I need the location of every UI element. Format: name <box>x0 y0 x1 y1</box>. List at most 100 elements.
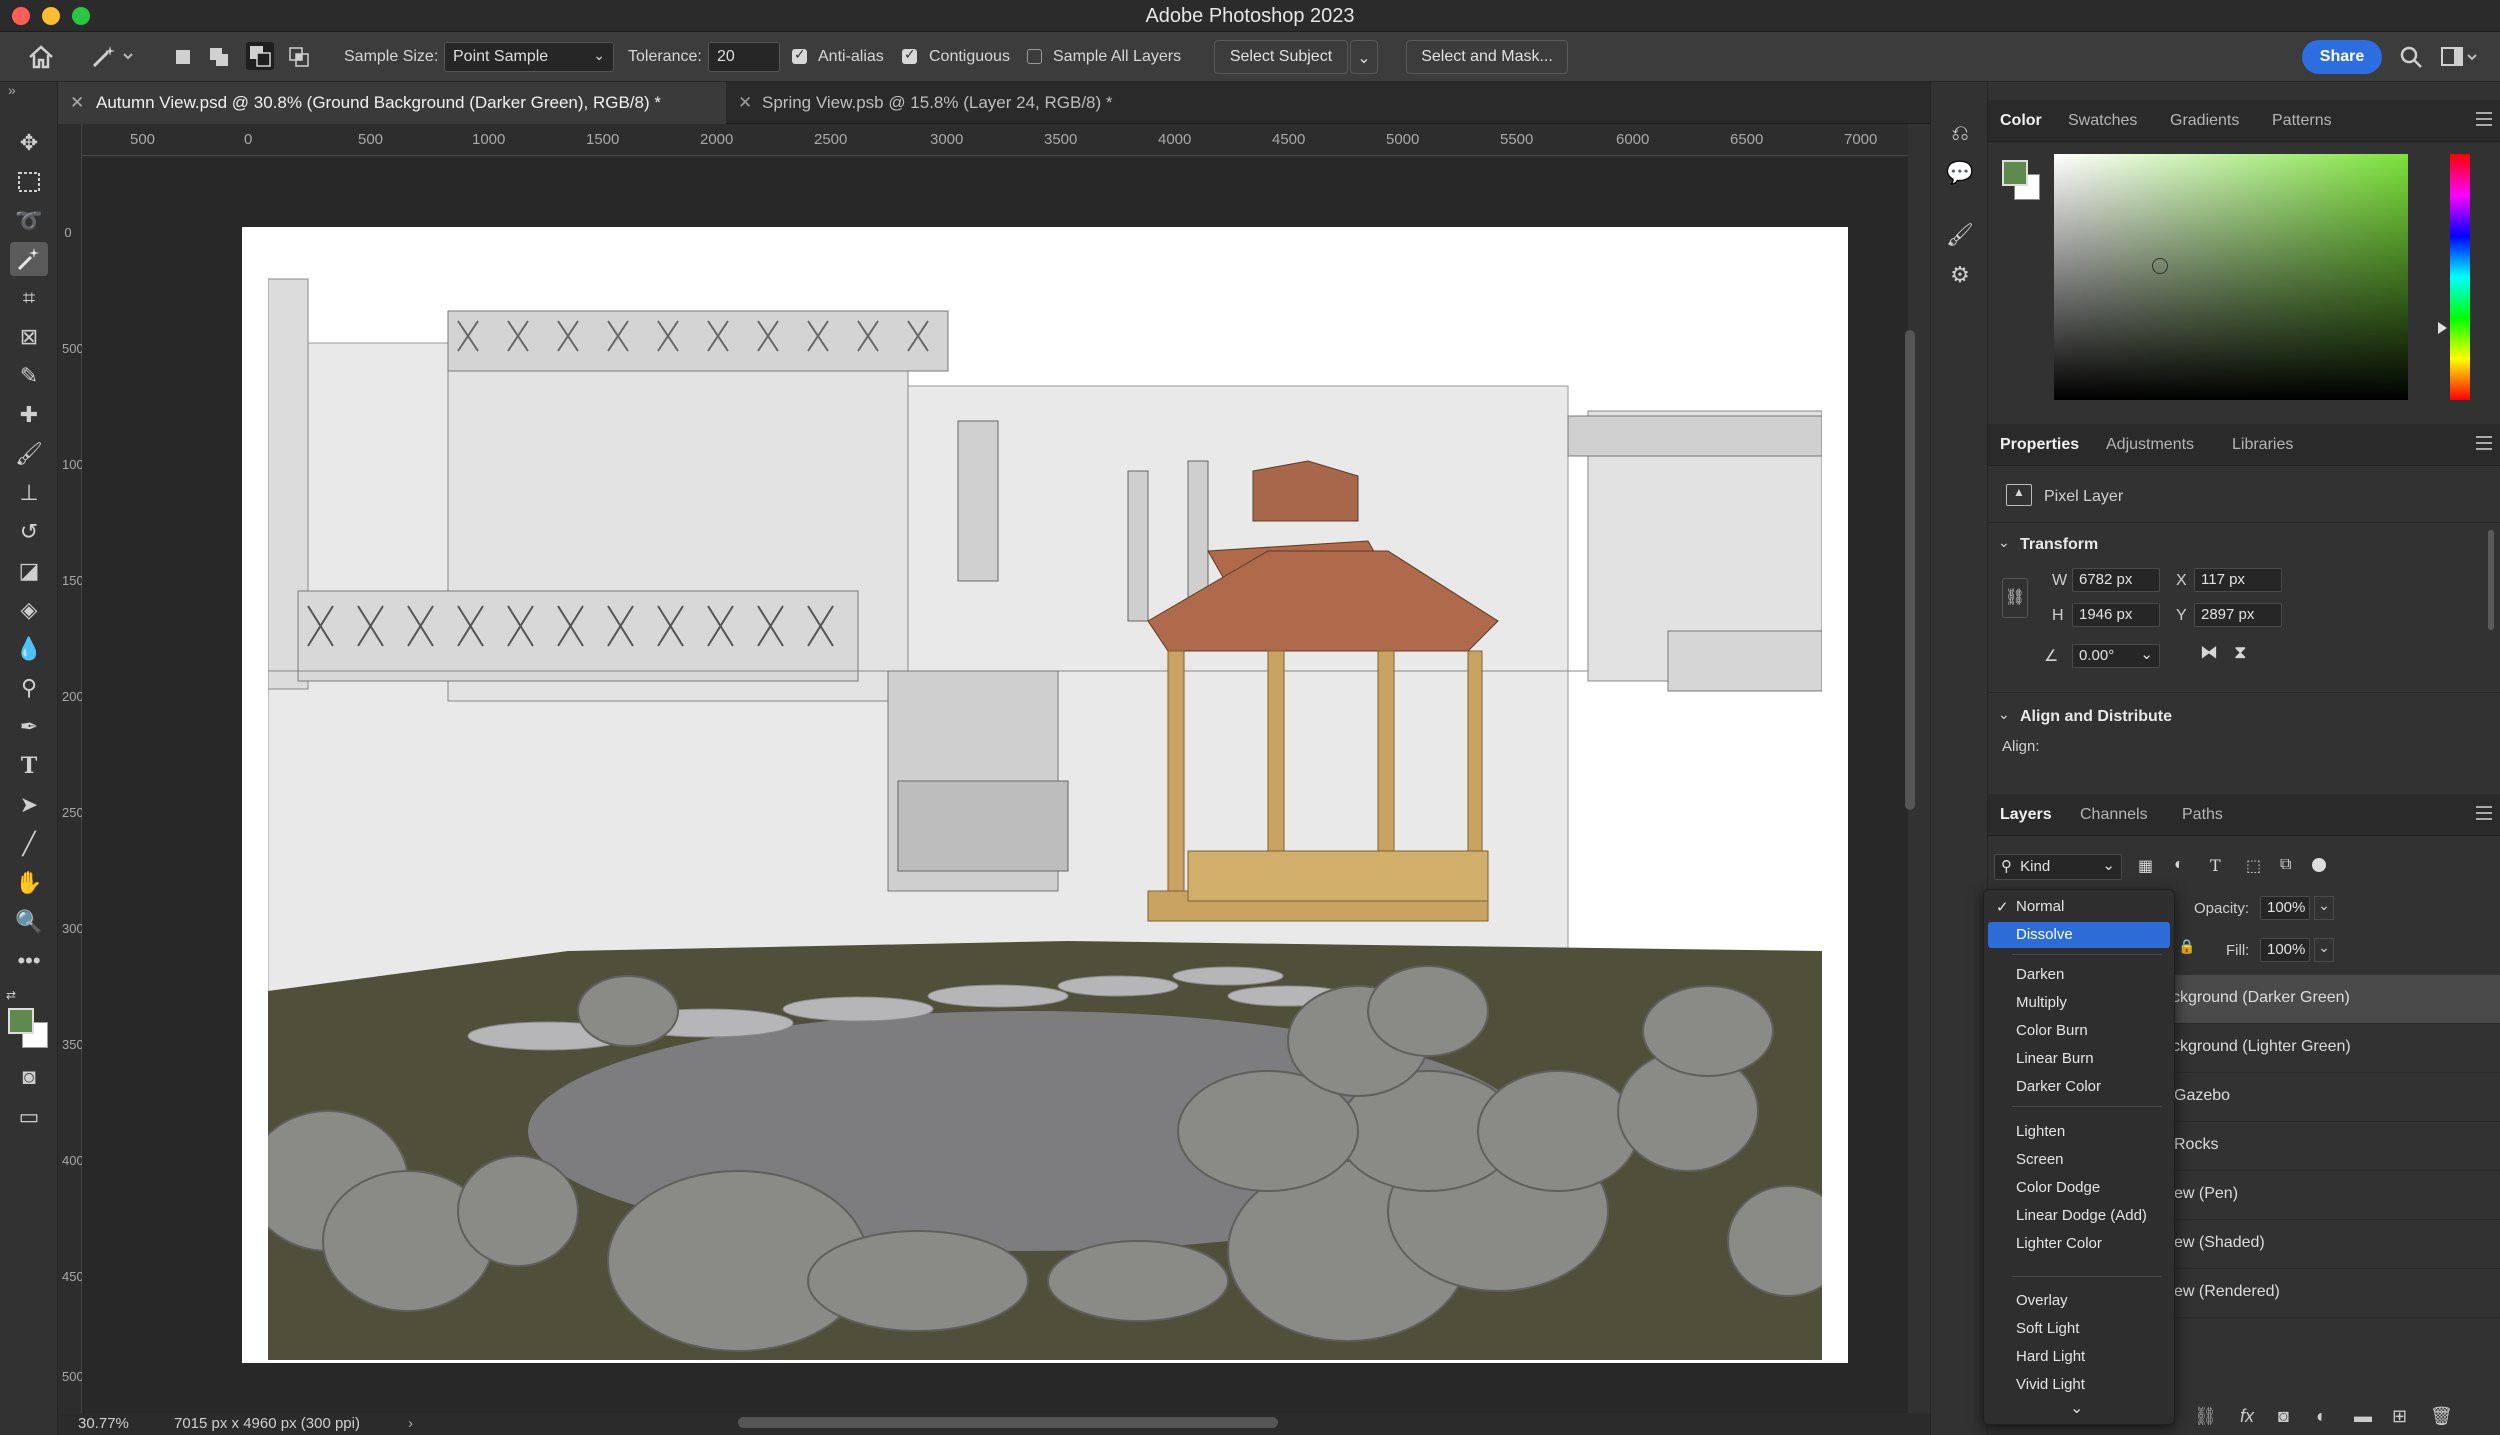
scroll-down-chevron-icon[interactable]: ⌄ <box>2070 1398 2083 1418</box>
height-input[interactable]: 1946 px <box>2072 603 2160 627</box>
type-tool-icon[interactable]: T <box>10 749 48 783</box>
align-distribute-title[interactable]: Align and Distribute <box>2020 708 2172 726</box>
opacity-input[interactable]: 100% <box>2260 896 2310 920</box>
dodge-tool-icon[interactable]: ⚲ <box>10 671 48 705</box>
pen-tool-icon[interactable]: ✒ <box>10 710 48 744</box>
select-subject-dropdown[interactable]: ⌄ <box>1350 40 1378 74</box>
link-layers-icon[interactable]: ⛓ <box>2194 1406 2217 1427</box>
filter-pixel-icon[interactable]: ▦ <box>2138 856 2153 876</box>
chevron-down-icon[interactable]: ⌄ <box>2140 645 2153 663</box>
swap-colors-icon[interactable]: ⇄ <box>6 988 16 1002</box>
panel-menu-icon[interactable] <box>2476 806 2492 820</box>
blend-item-dissolve[interactable]: Dissolve <box>1988 922 2170 948</box>
chevron-down-icon[interactable]: ⌄ <box>2314 938 2334 962</box>
chevron-down-icon[interactable]: ⌄ <box>2314 896 2334 920</box>
quick-mask-icon[interactable]: ◙ <box>10 1060 48 1094</box>
healing-brush-tool-icon[interactable]: ✚ <box>10 398 48 432</box>
new-selection-icon[interactable] <box>172 46 194 68</box>
status-arrow-icon[interactable]: › <box>408 1415 413 1432</box>
filter-adjustment-icon[interactable]: ◐ <box>2174 856 2184 874</box>
history-brush-tool-icon[interactable]: ↺ <box>10 515 48 549</box>
tab-channels[interactable]: Channels <box>2080 794 2148 836</box>
blend-item-darker-color[interactable]: Darker Color <box>1988 1074 2170 1100</box>
select-subject-button[interactable]: Select Subject <box>1214 40 1348 74</box>
new-adjustment-layer-icon[interactable]: ◐ <box>2316 1406 2327 1427</box>
new-group-icon[interactable]: ▬ <box>2354 1406 2372 1427</box>
adjustments-panel-icon[interactable]: ⚙ <box>1943 258 1977 292</box>
properties-scrollbar[interactable] <box>2488 530 2494 630</box>
tolerance-input[interactable]: 20 <box>708 42 780 72</box>
blend-item-hard-light[interactable]: Hard Light <box>1988 1344 2170 1370</box>
document-canvas[interactable] <box>242 227 1848 1363</box>
sample-all-layers-checkbox[interactable] <box>1027 49 1042 64</box>
chevron-down-icon[interactable]: ⌄ <box>1998 706 2010 723</box>
blend-item-darken[interactable]: Darken <box>1988 962 2170 988</box>
move-tool-icon[interactable]: ✥ <box>10 126 48 160</box>
blend-item-multiply[interactable]: Multiply <box>1988 990 2170 1016</box>
panel-menu-icon[interactable] <box>2476 436 2492 450</box>
blend-item-lighten[interactable]: Lighten <box>1988 1119 2170 1145</box>
line-tool-icon[interactable]: ╱ <box>10 827 48 861</box>
comments-panel-icon[interactable]: 💬 <box>1943 156 1977 190</box>
filter-toggle-icon[interactable] <box>2312 858 2326 872</box>
foreground-color-swatch[interactable] <box>8 1008 34 1034</box>
horizontal-scrollbar[interactable] <box>738 1417 1278 1428</box>
intersect-selection-icon[interactable] <box>288 46 310 68</box>
tab-adjustments[interactable]: Adjustments <box>2106 424 2194 466</box>
marquee-tool-icon[interactable] <box>10 165 48 199</box>
blend-item-vivid-light[interactable]: Vivid Light <box>1988 1372 2170 1398</box>
lasso-tool-icon[interactable]: ➰ <box>10 204 48 238</box>
panel-menu-icon[interactable] <box>2476 112 2492 126</box>
blend-item-normal[interactable]: ✓ Normal <box>1988 894 2170 920</box>
tab-paths[interactable]: Paths <box>2182 794 2223 836</box>
paint-bucket-tool-icon[interactable]: ◈ <box>10 593 48 627</box>
tab-properties[interactable]: Properties <box>2000 424 2079 466</box>
eyedropper-tool-icon[interactable]: ✎ <box>10 359 48 393</box>
hand-tool-icon[interactable]: ✋ <box>10 866 48 900</box>
tab-autumn-view[interactable]: ✕ Autumn View.psd @ 30.8% (Ground Backgr… <box>58 82 726 124</box>
zoom-tool-icon[interactable]: 🔍 <box>10 905 48 939</box>
color-picker-field[interactable] <box>2054 154 2408 400</box>
blend-item-screen[interactable]: Screen <box>1988 1147 2170 1173</box>
tab-patterns[interactable]: Patterns <box>2272 100 2332 142</box>
blur-tool-icon[interactable]: 💧 <box>10 632 48 666</box>
vertical-scrollbar[interactable] <box>1905 330 1915 810</box>
share-button[interactable]: Share <box>2302 40 2382 74</box>
home-icon[interactable] <box>26 42 56 72</box>
history-panel-icon[interactable]: ⎌ <box>1943 116 1977 150</box>
filter-type-icon[interactable]: T <box>2210 856 2221 875</box>
tab-swatches[interactable]: Swatches <box>2068 100 2137 142</box>
tab-spring-view[interactable]: ✕ Spring View.psb @ 15.8% (Layer 24, RGB… <box>726 82 1226 124</box>
path-selection-tool-icon[interactable]: ➤ <box>10 788 48 822</box>
tab-gradients[interactable]: Gradients <box>2170 100 2239 142</box>
close-tab-icon[interactable]: ✕ <box>738 93 752 113</box>
workspace-icon[interactable] <box>2440 44 2480 70</box>
blend-item-color-burn[interactable]: Color Burn <box>1988 1018 2170 1044</box>
blend-item-linear-dodge[interactable]: Linear Dodge (Add) <box>1988 1203 2170 1229</box>
transform-title[interactable]: Transform <box>2020 536 2098 554</box>
add-to-selection-icon[interactable] <box>208 46 230 68</box>
width-input[interactable]: 6782 px <box>2072 568 2160 592</box>
add-mask-icon[interactable]: ◙ <box>2278 1406 2289 1427</box>
blend-item-linear-burn[interactable]: Linear Burn <box>1988 1046 2170 1072</box>
tab-layers[interactable]: Layers <box>2000 794 2052 836</box>
delete-layer-icon[interactable]: 🗑 <box>2430 1406 2453 1427</box>
lock-all-icon[interactable]: 🔒 <box>2178 938 2195 955</box>
fill-input[interactable]: 100% <box>2260 938 2310 962</box>
crop-tool-icon[interactable]: ⌗ <box>10 281 48 315</box>
new-layer-icon[interactable]: ⊞ <box>2392 1406 2407 1427</box>
color-picker-cursor[interactable] <box>2152 258 2168 274</box>
layer-filter-kind-select[interactable]: ⚲ Kind ⌄ <box>1994 854 2122 880</box>
sample-size-select[interactable]: Point Sample ⌄ <box>444 42 614 72</box>
link-dimensions-icon[interactable]: ⛓ <box>2002 578 2028 618</box>
blend-item-overlay[interactable]: Overlay <box>1988 1288 2170 1314</box>
magic-wand-tool-preset-icon[interactable] <box>88 42 136 72</box>
hue-slider[interactable] <box>2450 154 2470 400</box>
filter-smart-object-icon[interactable]: ⧉ <box>2280 856 2291 874</box>
eraser-tool-icon[interactable]: ◪ <box>10 554 48 588</box>
subtract-from-selection-icon[interactable] <box>246 42 274 70</box>
collapse-toolbar-icon[interactable]: » <box>8 82 16 98</box>
blend-item-color-dodge[interactable]: Color Dodge <box>1988 1175 2170 1201</box>
clone-stamp-tool-icon[interactable]: ⊥ <box>10 476 48 510</box>
filter-shape-icon[interactable]: ⬚ <box>2246 856 2261 876</box>
